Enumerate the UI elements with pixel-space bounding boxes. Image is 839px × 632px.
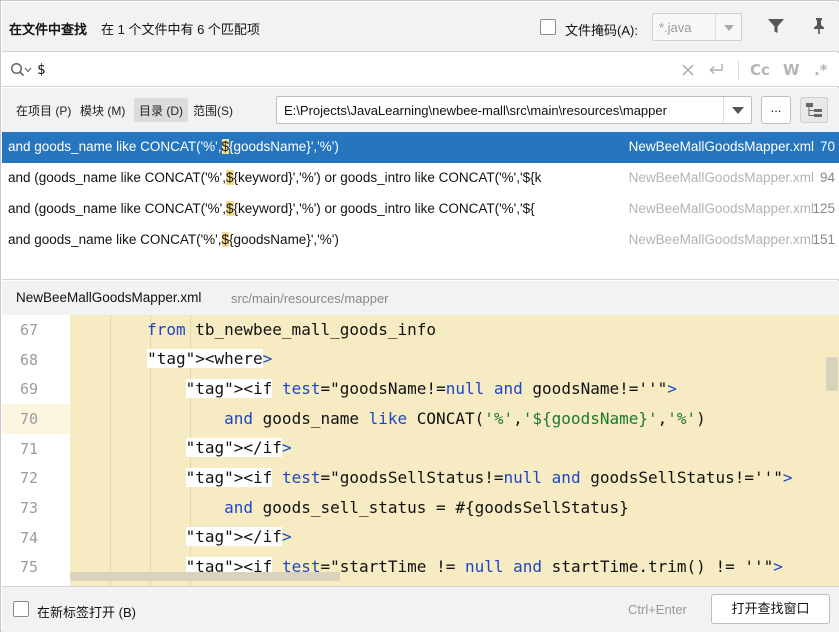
result-line: 94 [819, 170, 835, 185]
open-in-new-tab-label: 在新标签打开 (B) [37, 605, 136, 620]
code-line: and goods_sell_status = #{goodsSellStatu… [224, 498, 629, 517]
scope-bar: 在项目 (P) 模块 (M) 目录 (D) 范围(S) E:\Projects\… [2, 88, 839, 132]
result-file: NewBeeMallGoodsMapper.xml [624, 139, 814, 154]
horizontal-scrollbar[interactable] [70, 572, 340, 581]
result-text: and goods_name like CONCAT('%', [8, 232, 222, 247]
dialog-header: 在文件中查找 在 1 个文件中有 6 个匹配项 文件掩码(A): *.java [2, 2, 839, 52]
tab-directory[interactable]: 目录 (D) [134, 98, 188, 122]
code-preview[interactable]: 67 68 69 70 71 72 73 74 75 from tb_newbe… [2, 315, 839, 586]
result-text: {goodsName}','%') [229, 139, 339, 154]
match-case-toggle[interactable]: Cc [750, 61, 770, 79]
chevron-down-icon[interactable] [715, 14, 741, 40]
result-file: NewBeeMallGoodsMapper.xml [624, 170, 814, 185]
result-line: 125 [812, 201, 835, 216]
line-gutter: 67 68 69 70 71 72 73 74 75 [2, 315, 70, 586]
line-number: 73 [19, 499, 38, 517]
open-in-new-tab-checkbox[interactable] [13, 601, 29, 617]
result-text: and (goods_name like CONCAT('%', [8, 201, 226, 216]
result-file: NewBeeMallGoodsMapper.xml [624, 201, 814, 216]
preview-file-path: src/main/resources/mapper [231, 291, 389, 306]
line-number: 75 [19, 558, 38, 576]
clear-icon[interactable] [682, 64, 694, 76]
code-line: "tag"><if test="goodsSellStatus!=null an… [185, 468, 793, 487]
search-bar: Cc W .* [2, 53, 839, 87]
match-summary: 在 1 个文件中有 6 个匹配项 [101, 22, 260, 37]
result-row[interactable]: and (goods_name like CONCAT('%',${keywor… [2, 194, 839, 225]
dialog-title: 在文件中查找 [9, 22, 88, 37]
result-line: 151 [812, 232, 835, 247]
code-line: and goods_name like CONCAT('%','${goodsN… [224, 409, 706, 428]
file-mask-label: 文件掩码(A): [565, 23, 638, 38]
result-text: {goodsName}','%') [229, 232, 339, 247]
result-line: 70 [819, 139, 835, 154]
line-number: 72 [19, 469, 38, 487]
line-number: 67 [19, 321, 38, 339]
chevron-down-icon[interactable] [723, 97, 751, 123]
regex-toggle[interactable]: .* [814, 61, 828, 79]
result-text: {keyword}','%') or goods_intro like CONC… [233, 170, 542, 185]
divider [738, 60, 739, 80]
code-line: from tb_newbee_mall_goods_info [147, 320, 437, 339]
vertical-scrollbar[interactable] [826, 357, 838, 391]
file-mask-checkbox[interactable] [540, 19, 556, 35]
preview-path-bar: NewBeeMallGoodsMapper.xml src/main/resou… [2, 281, 839, 315]
code-line: "tag"><where> [147, 349, 273, 368]
line-number: 68 [19, 351, 38, 369]
result-file: NewBeeMallGoodsMapper.xml [624, 232, 814, 247]
browse-button[interactable]: ... [761, 96, 791, 124]
result-match: $ [226, 201, 234, 216]
result-row[interactable]: and goods_name like CONCAT('%',${goodsNa… [2, 132, 839, 163]
result-row[interactable]: and goods_name like CONCAT('%',${goodsNa… [2, 225, 839, 256]
pin-icon[interactable] [809, 16, 829, 36]
directory-path: E:\Projects\JavaLearning\newbee-mall\src… [284, 103, 667, 118]
open-find-window-button[interactable]: 打开查找窗口 [711, 594, 830, 624]
preview-file-name: NewBeeMallGoodsMapper.xml [16, 290, 202, 305]
line-number: 69 [19, 380, 38, 398]
tab-in-project[interactable]: 在项目 (P) [11, 98, 76, 122]
results-list: and goods_name like CONCAT('%',${goodsNa… [2, 132, 839, 280]
code-line: "tag"></if> [185, 527, 292, 546]
find-in-files-dialog: 在文件中查找 在 1 个文件中有 6 个匹配项 文件掩码(A): *.java [0, 0, 839, 632]
result-match: $ [221, 139, 230, 154]
filter-icon[interactable] [766, 16, 786, 36]
tab-module[interactable]: 模块 (M) [75, 98, 130, 122]
tab-scope[interactable]: 范围(S) [188, 98, 238, 122]
directory-dropdown[interactable]: E:\Projects\JavaLearning\newbee-mall\src… [276, 96, 752, 124]
result-text: and goods_name like CONCAT('%', [8, 139, 222, 154]
search-input[interactable] [37, 59, 637, 81]
line-number: 71 [19, 440, 38, 458]
newline-icon[interactable] [707, 62, 725, 78]
result-row[interactable]: and (goods_name like CONCAT('%',${keywor… [2, 163, 839, 194]
dialog-footer: 在新标签打开 (B) Ctrl+Enter 打开查找窗口 [2, 586, 839, 632]
shortcut-hint: Ctrl+Enter [628, 602, 687, 617]
result-match: $ [226, 170, 234, 185]
result-text: and (goods_name like CONCAT('%', [8, 170, 226, 185]
file-mask-dropdown[interactable]: *.java [652, 13, 742, 41]
file-mask-value: *.java [659, 20, 692, 35]
line-number: 70 [19, 410, 38, 428]
line-number: 74 [19, 529, 38, 547]
code-line: "tag"><if test="goodsName!=null and good… [185, 379, 677, 398]
whole-words-toggle[interactable]: W [783, 61, 800, 79]
file-structure-icon[interactable] [800, 97, 828, 123]
code-line: "tag"></if> [185, 438, 292, 457]
search-icon[interactable] [10, 62, 32, 78]
result-match: $ [221, 232, 230, 247]
result-text: {keyword}','%') or goods_intro like CONC… [233, 201, 535, 216]
